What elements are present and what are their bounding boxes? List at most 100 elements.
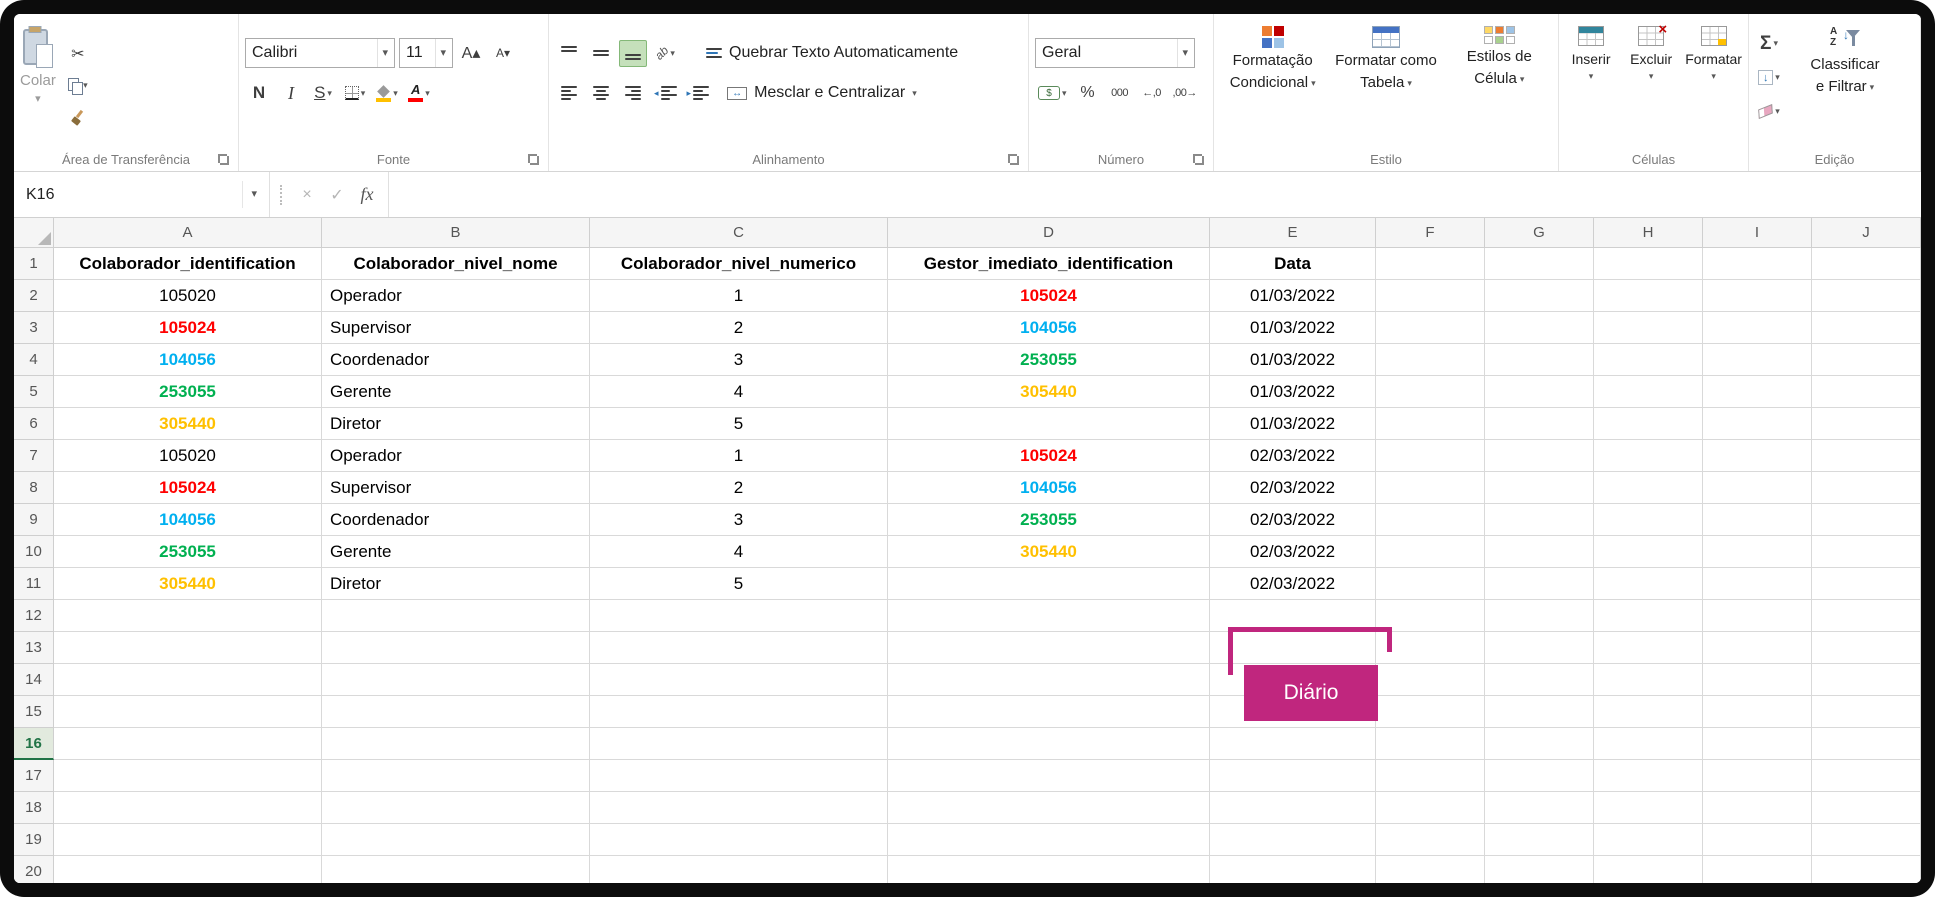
- cell-G15[interactable]: [1485, 696, 1594, 728]
- cell-I18[interactable]: [1703, 792, 1812, 824]
- cell-H1[interactable]: [1594, 248, 1703, 280]
- cell-J18[interactable]: [1812, 792, 1921, 824]
- cell-B2[interactable]: Operador: [322, 280, 590, 312]
- sort-filter-button[interactable]: AZ ↓ Classificar e Filtrar ▾: [1791, 14, 1899, 147]
- cell-D14[interactable]: [888, 664, 1210, 696]
- cell-D12[interactable]: [888, 600, 1210, 632]
- cell-F11[interactable]: [1376, 568, 1485, 600]
- format-cells-button[interactable]: Formatar ▾: [1685, 14, 1742, 147]
- cell-E4[interactable]: 01/03/2022: [1210, 344, 1376, 376]
- cell-C5[interactable]: 4: [590, 376, 888, 408]
- column-header-F[interactable]: F: [1376, 218, 1485, 248]
- row-header-16[interactable]: 16: [14, 728, 54, 760]
- row-header-18[interactable]: 18: [14, 792, 54, 824]
- cell-F10[interactable]: [1376, 536, 1485, 568]
- row-header-9[interactable]: 9: [14, 504, 54, 536]
- cell-G14[interactable]: [1485, 664, 1594, 696]
- cell-E17[interactable]: [1210, 760, 1376, 792]
- cell-J1[interactable]: [1812, 248, 1921, 280]
- cell-B12[interactable]: [322, 600, 590, 632]
- cell-I7[interactable]: [1703, 440, 1812, 472]
- cell-I11[interactable]: [1703, 568, 1812, 600]
- cell-C6[interactable]: 5: [590, 408, 888, 440]
- cell-H3[interactable]: [1594, 312, 1703, 344]
- cell-J7[interactable]: [1812, 440, 1921, 472]
- cell-F9[interactable]: [1376, 504, 1485, 536]
- cell-A11[interactable]: 305440: [54, 568, 322, 600]
- cell-B16[interactable]: [322, 728, 590, 760]
- format-as-table-button[interactable]: Formatar como Tabela ▾: [1333, 14, 1438, 147]
- cell-J11[interactable]: [1812, 568, 1921, 600]
- cell-E20[interactable]: [1210, 856, 1376, 883]
- cell-F18[interactable]: [1376, 792, 1485, 824]
- font-dialog-launcher[interactable]: [527, 153, 540, 166]
- cell-F7[interactable]: [1376, 440, 1485, 472]
- column-header-I[interactable]: I: [1703, 218, 1812, 248]
- cell-C12[interactable]: [590, 600, 888, 632]
- comma-style-button[interactable]: 000: [1106, 80, 1134, 107]
- cell-E16[interactable]: [1210, 728, 1376, 760]
- cell-styles-button[interactable]: Estilos de Célula ▾: [1447, 14, 1552, 147]
- row-header-20[interactable]: 20: [14, 856, 54, 883]
- cell-H14[interactable]: [1594, 664, 1703, 696]
- cell-G7[interactable]: [1485, 440, 1594, 472]
- cell-J19[interactable]: [1812, 824, 1921, 856]
- column-header-E[interactable]: E: [1210, 218, 1376, 248]
- cell-B13[interactable]: [322, 632, 590, 664]
- fill-button[interactable]: ↓ ▾: [1755, 64, 1783, 91]
- paste-button[interactable]: Colar ▾: [20, 14, 56, 147]
- cell-J3[interactable]: [1812, 312, 1921, 344]
- font-name-select[interactable]: Calibri ▾: [245, 38, 395, 68]
- cell-F5[interactable]: [1376, 376, 1485, 408]
- cell-E19[interactable]: [1210, 824, 1376, 856]
- font-size-select[interactable]: 11 ▾: [399, 38, 453, 68]
- name-box[interactable]: K16 ▾: [14, 172, 270, 217]
- cell-H15[interactable]: [1594, 696, 1703, 728]
- cell-D2[interactable]: 105024: [888, 280, 1210, 312]
- cell-I13[interactable]: [1703, 632, 1812, 664]
- cell-A2[interactable]: 105020: [54, 280, 322, 312]
- cell-J9[interactable]: [1812, 504, 1921, 536]
- cell-H19[interactable]: [1594, 824, 1703, 856]
- font-color-button[interactable]: A ▾: [405, 80, 433, 107]
- cell-I20[interactable]: [1703, 856, 1812, 883]
- cell-G16[interactable]: [1485, 728, 1594, 760]
- underline-button[interactable]: S ▾: [309, 80, 337, 107]
- decrease-indent-button[interactable]: ◂: [651, 80, 680, 107]
- cell-G3[interactable]: [1485, 312, 1594, 344]
- row-header-7[interactable]: 7: [14, 440, 54, 472]
- cell-I4[interactable]: [1703, 344, 1812, 376]
- cell-J8[interactable]: [1812, 472, 1921, 504]
- cell-E6[interactable]: 01/03/2022: [1210, 408, 1376, 440]
- diario-shape[interactable]: Diário: [1244, 665, 1378, 721]
- cell-I9[interactable]: [1703, 504, 1812, 536]
- cell-E7[interactable]: 02/03/2022: [1210, 440, 1376, 472]
- cell-E11[interactable]: 02/03/2022: [1210, 568, 1376, 600]
- column-header-A[interactable]: A: [54, 218, 322, 248]
- copy-button[interactable]: ▾: [64, 72, 92, 99]
- cell-A4[interactable]: 104056: [54, 344, 322, 376]
- insert-cells-button[interactable]: Inserir ▾: [1565, 14, 1617, 147]
- cell-D1[interactable]: Gestor_imediato_identification: [888, 248, 1210, 280]
- cell-C8[interactable]: 2: [590, 472, 888, 504]
- cell-H8[interactable]: [1594, 472, 1703, 504]
- column-header-G[interactable]: G: [1485, 218, 1594, 248]
- cell-C2[interactable]: 1: [590, 280, 888, 312]
- cell-D6[interactable]: [888, 408, 1210, 440]
- cell-E18[interactable]: [1210, 792, 1376, 824]
- cell-F8[interactable]: [1376, 472, 1485, 504]
- cell-E2[interactable]: 01/03/2022: [1210, 280, 1376, 312]
- formula-bar-handle[interactable]: [280, 184, 282, 205]
- cell-A19[interactable]: [54, 824, 322, 856]
- select-all-corner[interactable]: [14, 218, 54, 248]
- row-header-2[interactable]: 2: [14, 280, 54, 312]
- cell-D11[interactable]: [888, 568, 1210, 600]
- cell-G19[interactable]: [1485, 824, 1594, 856]
- cell-J12[interactable]: [1812, 600, 1921, 632]
- cell-B20[interactable]: [322, 856, 590, 883]
- cancel-entry-button[interactable]: ×: [292, 172, 322, 217]
- cell-A20[interactable]: [54, 856, 322, 883]
- column-header-C[interactable]: C: [590, 218, 888, 248]
- percent-style-button[interactable]: %: [1074, 80, 1102, 107]
- column-header-J[interactable]: J: [1812, 218, 1921, 248]
